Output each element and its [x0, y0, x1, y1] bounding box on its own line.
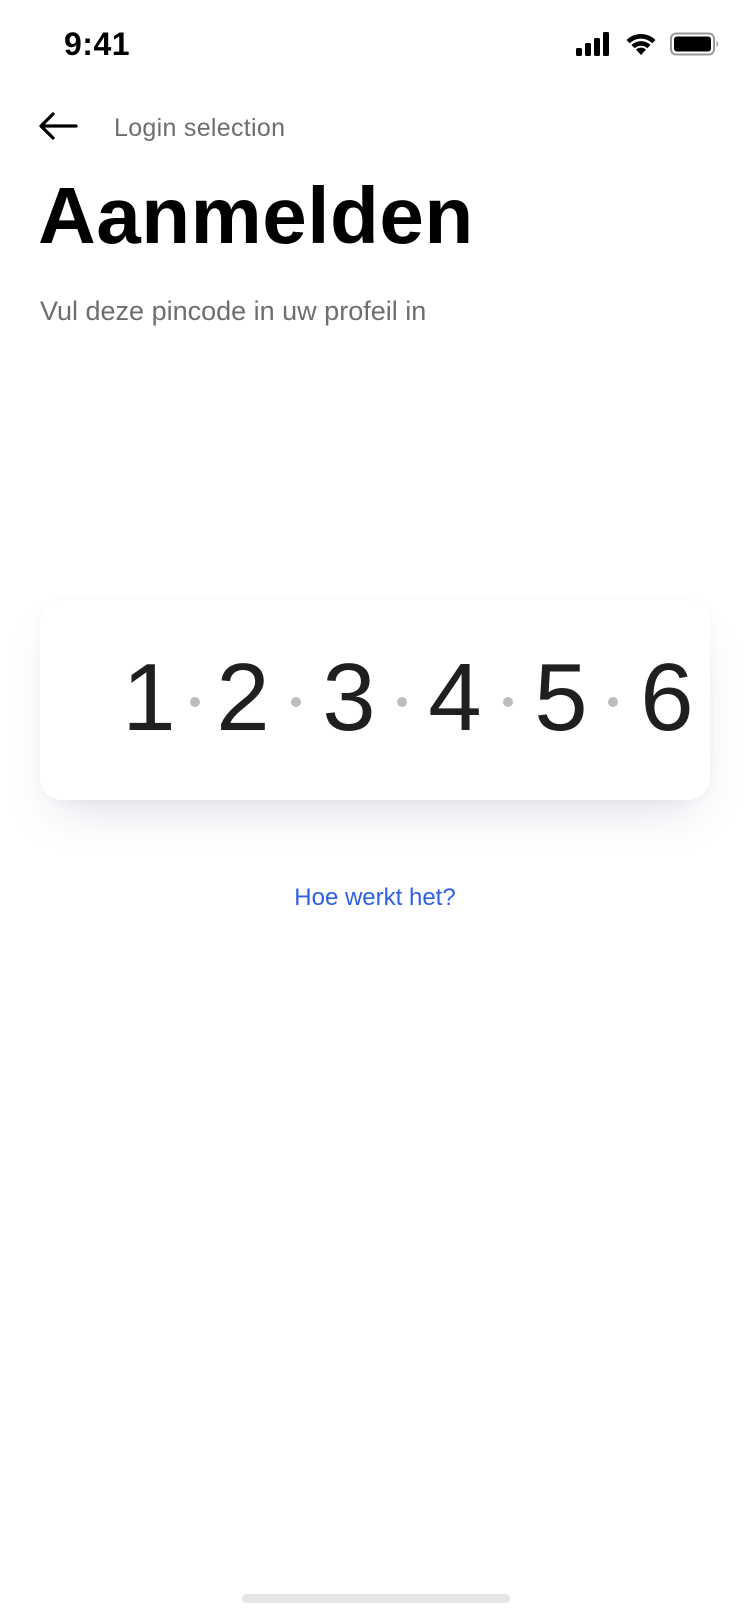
pincode-separator-dot [608, 697, 618, 707]
login-pincode-screen: 9:41 Login selection Aanmelden Vul deze … [0, 0, 750, 1624]
cellular-signal-icon [576, 32, 612, 61]
home-indicator[interactable] [242, 1594, 510, 1603]
header-title: Login selection [114, 114, 286, 142]
back-button[interactable] [34, 104, 82, 152]
status-bar: 9:41 [0, 0, 750, 90]
pincode-separator-dot [397, 697, 407, 707]
status-time: 9:41 [64, 26, 131, 62]
arrow-left-icon [38, 111, 78, 146]
pincode-display: 1 2 3 4 5 6 [40, 600, 710, 800]
page-title: Aanmelden [38, 171, 474, 260]
pincode-digit-4: 4 [428, 644, 482, 751]
pincode-digit-2: 2 [216, 644, 270, 751]
pincode-separator-dot [190, 697, 200, 707]
pincode-separator-dot [503, 697, 513, 707]
pincode-digit-1: 1 [122, 644, 176, 751]
pincode-digit-5: 5 [534, 644, 588, 751]
wifi-icon [624, 32, 658, 61]
pincode-digit-6: 6 [640, 644, 694, 751]
status-icons [576, 32, 720, 61]
battery-icon [670, 32, 720, 61]
page-subtitle: Vul deze pincode in uw profeil in [40, 296, 427, 326]
pincode-separator-dot [291, 697, 301, 707]
pincode-digit-3: 3 [322, 644, 376, 751]
pincode-card: 1 2 3 4 5 6 [40, 600, 710, 800]
how-it-works-link[interactable]: Hoe werkt het? [0, 884, 750, 912]
